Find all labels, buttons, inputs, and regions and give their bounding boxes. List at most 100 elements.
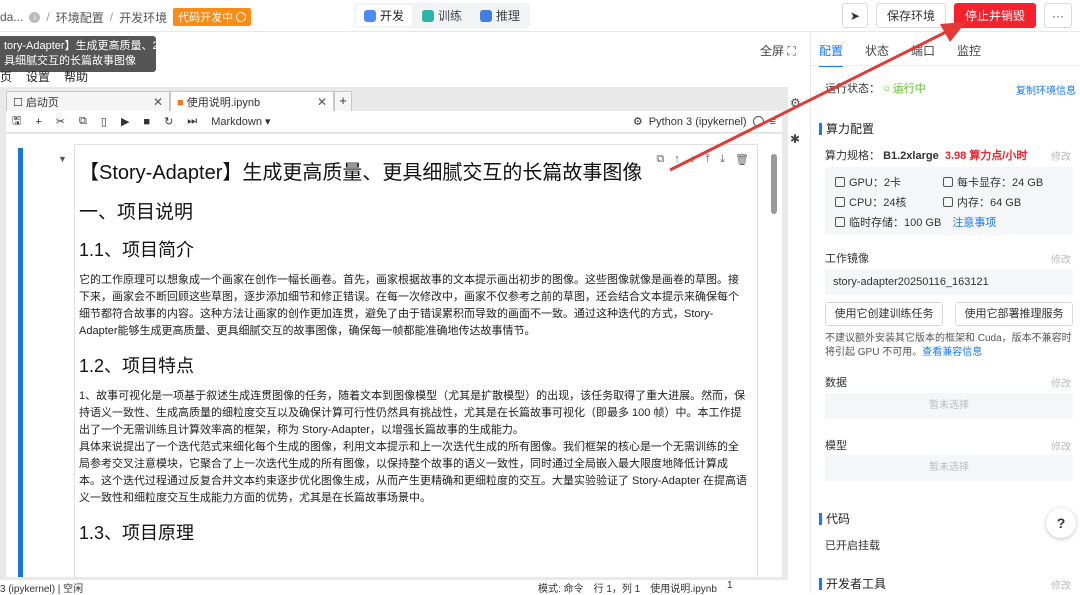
menu-bar: 页 设置 帮助 bbox=[0, 68, 88, 85]
cell-type-select[interactable]: Markdown ▾ bbox=[211, 115, 270, 128]
send-icon[interactable]: ➤ bbox=[841, 3, 868, 28]
compute-spec: 算力规格： B1.2xlarge 3.98 算力点/小时 bbox=[825, 150, 1028, 162]
memory-icon bbox=[943, 197, 953, 207]
breadcrumb: da... i / 环境配置 / 开发环境 代码开发中 bbox=[0, 8, 252, 26]
clock-icon bbox=[236, 12, 247, 22]
notebook-panel: ▼ ⧉ ↑ ↓ ⤒ ⤓ 🗑 【Story-Adapter】生成更高质量、更具细腻… bbox=[6, 134, 782, 577]
paste-icon[interactable]: ▯ bbox=[101, 115, 107, 128]
restart-icon[interactable]: ↻ bbox=[164, 115, 173, 128]
section-compute: 算力配置 bbox=[819, 120, 874, 137]
tab-config[interactable]: 配置 bbox=[819, 42, 844, 67]
right-sidebar-icons: ⚙ ✱ bbox=[790, 96, 801, 146]
deploy-infer-service-button[interactable]: 使用它部署推理服务 bbox=[955, 302, 1073, 326]
markdown-cell[interactable]: ⧉ ↑ ↓ ⤒ ⤓ 🗑 【Story-Adapter】生成更高质量、更具细腻交互… bbox=[74, 144, 758, 577]
crumb-env-config[interactable]: 环境配置 bbox=[56, 9, 104, 26]
spec-box: GPU：2卡 每卡显存：24 GB CPU：24核 内存：64 GB 临时存储：… bbox=[825, 167, 1073, 235]
image-value: story-adapter20250116_163121 bbox=[825, 269, 1073, 295]
paragraph-features-1: 1、故事可视化是一项基于叙述生成连贯图像的任务，随着文本到图像模型（尤其是扩散模… bbox=[79, 390, 746, 436]
tab-notebook[interactable]: ■ 使用说明.ipynb ✕ bbox=[170, 91, 334, 111]
status-badge: 代码开发中 bbox=[173, 8, 252, 26]
help-button[interactable]: ? bbox=[1046, 508, 1076, 538]
fullscreen-button[interactable]: 全屏 ⛶ bbox=[760, 42, 796, 59]
copy-env-info-link[interactable]: 复制环境信息 bbox=[1016, 82, 1076, 97]
collapse-caret-icon[interactable]: ▼ bbox=[58, 154, 67, 164]
delete-icon[interactable]: 🗑 bbox=[735, 153, 749, 166]
debugger-icon[interactable]: ✱ bbox=[790, 132, 801, 146]
gear-icon: ⚙ bbox=[632, 116, 643, 128]
infer-icon bbox=[480, 9, 493, 22]
cell-toolbar: ⧉ ↑ ↓ ⤒ ⤓ 🗑 bbox=[656, 153, 749, 166]
active-cell-bar bbox=[18, 148, 23, 577]
code-mount-status: 已开启挂载 bbox=[825, 540, 880, 552]
notice-link[interactable]: 注意事项 bbox=[952, 214, 996, 230]
more-button[interactable]: ··· bbox=[1044, 3, 1072, 28]
cpu-icon bbox=[835, 197, 845, 207]
stop-destroy-button[interactable]: 停止并销毁 bbox=[953, 3, 1036, 28]
heading-features: 1.2、项目特点 bbox=[79, 356, 195, 376]
insert-below-icon[interactable]: ⤓ bbox=[720, 153, 725, 166]
property-inspector-icon[interactable]: ⚙ bbox=[790, 96, 801, 110]
tab-dev[interactable]: 开发 bbox=[356, 5, 413, 26]
section-code: 代码 bbox=[819, 510, 850, 527]
close-icon[interactable]: ✕ bbox=[317, 95, 327, 109]
tab-status[interactable]: 状态 bbox=[865, 42, 889, 67]
notebook-scrollbar[interactable] bbox=[770, 144, 778, 574]
stop-icon[interactable]: ■ bbox=[143, 116, 150, 128]
paragraph-brief: 它的工作原理可以想象成一个画家在创作一幅长画卷。首先，画家根据故事的文本提示画出… bbox=[79, 274, 739, 337]
edit-image-link[interactable]: 修改 bbox=[1051, 251, 1071, 266]
disk-icon bbox=[835, 217, 845, 227]
tab-monitor[interactable]: 监控 bbox=[957, 42, 981, 67]
edit-model-link[interactable]: 修改 bbox=[1051, 438, 1071, 453]
save-icon[interactable]: 🖫 bbox=[12, 112, 21, 131]
add-cell-icon[interactable]: + bbox=[35, 116, 41, 128]
compat-warning: 不建议额外安装其它版本的框架和 Cuda，版本不兼容时将引起 GPU 不可用。查… bbox=[825, 333, 1072, 358]
notebook-title: 【Story-Adapter】生成更高质量、更具细腻交互的长篇故事图像 bbox=[79, 162, 643, 184]
create-train-task-button[interactable]: 使用它创建训练任务 bbox=[825, 302, 943, 326]
insert-above-icon[interactable]: ⤒ bbox=[705, 153, 710, 166]
kernel-indicator[interactable]: ⚙ Python 3 (ipykernel) ≡ bbox=[632, 115, 776, 129]
tab-launcher[interactable]: ☐ 启动页 ✕ bbox=[6, 91, 170, 111]
data-placeholder[interactable]: 暂未选择 bbox=[825, 393, 1073, 419]
title-tooltip: tory-Adapter】生成更高质量、2 具细腻交互的长篇故事图像 bbox=[0, 36, 156, 72]
edit-dev-tools-link[interactable]: 修改 bbox=[1051, 577, 1071, 592]
notebook-toolbar: 🖫 + ✂ ⧉ ▯ ▶ ■ ↻ ⏭ Markdown ▾ ⚙ Python 3 (… bbox=[6, 111, 782, 133]
model-label: 模型 bbox=[825, 440, 847, 452]
info-icon[interactable]: i bbox=[29, 11, 41, 23]
menu-settings[interactable]: 设置 bbox=[26, 68, 50, 85]
move-down-icon[interactable]: ↓ bbox=[690, 153, 696, 166]
top-bar: da... i / 环境配置 / 开发环境 代码开发中 开发 训练 推理 ➤ 保… bbox=[0, 0, 1080, 32]
run-all-icon[interactable]: ⏭ bbox=[187, 115, 197, 128]
duplicate-icon[interactable]: ⧉ bbox=[656, 153, 664, 166]
image-label: 工作镜像 bbox=[825, 253, 869, 265]
edit-data-link[interactable]: 修改 bbox=[1051, 375, 1071, 390]
menu-icon[interactable]: ≡ bbox=[770, 116, 776, 128]
save-env-button[interactable]: 保存环境 bbox=[875, 3, 946, 28]
tab-infer[interactable]: 推理 bbox=[472, 5, 528, 26]
tab-ports[interactable]: 端口 bbox=[911, 42, 935, 67]
kernel-status-icon bbox=[752, 116, 764, 127]
add-tab-button[interactable]: + bbox=[334, 91, 352, 111]
train-icon bbox=[422, 9, 435, 22]
crumb-project[interactable]: da... bbox=[0, 10, 23, 24]
compat-info-link[interactable]: 查看兼容信息 bbox=[922, 347, 982, 358]
model-placeholder[interactable]: 暂未选择 bbox=[825, 455, 1073, 481]
edit-spec-link[interactable]: 修改 bbox=[1051, 148, 1071, 163]
run-status: 运行状态： ○ 运行中 bbox=[825, 83, 926, 95]
panel-tabs: 配置 状态 端口 监控 bbox=[819, 42, 981, 67]
tab-train[interactable]: 训练 bbox=[414, 5, 470, 26]
jupyterlab: ☐ 启动页 ✕ ■ 使用说明.ipynb ✕ + 🖫 + ✂ ⧉ ▯ ▶ ■ ↻ ⏭… bbox=[0, 87, 788, 593]
status-bar: 3 (ipykernel) | 空闲 模式: 命令 行 1，列 1 使用说明.i… bbox=[0, 580, 788, 595]
config-panel: 配置 状态 端口 监控 运行状态： ○ 运行中 复制环境信息 算力配置 算力规格… bbox=[810, 32, 1080, 593]
run-icon[interactable]: ▶ bbox=[121, 115, 129, 128]
gpu-icon bbox=[835, 177, 845, 187]
vram-icon bbox=[943, 177, 953, 187]
move-up-icon[interactable]: ↑ bbox=[674, 153, 680, 166]
cut-icon[interactable]: ✂ bbox=[56, 115, 65, 128]
crumb-dev-env: 开发环境 bbox=[119, 10, 168, 25]
paragraph-features-2: 具体来说提出了一个迭代范式来细化每个生成的图像，利用文本提示和上一次迭代生成的所… bbox=[79, 441, 747, 504]
close-icon[interactable]: ✕ bbox=[153, 95, 163, 109]
menu-page[interactable]: 页 bbox=[0, 68, 12, 85]
copy-icon[interactable]: ⧉ bbox=[79, 115, 87, 128]
menu-help[interactable]: 帮助 bbox=[64, 68, 88, 85]
heading-brief: 1.1、项目简介 bbox=[79, 240, 195, 260]
